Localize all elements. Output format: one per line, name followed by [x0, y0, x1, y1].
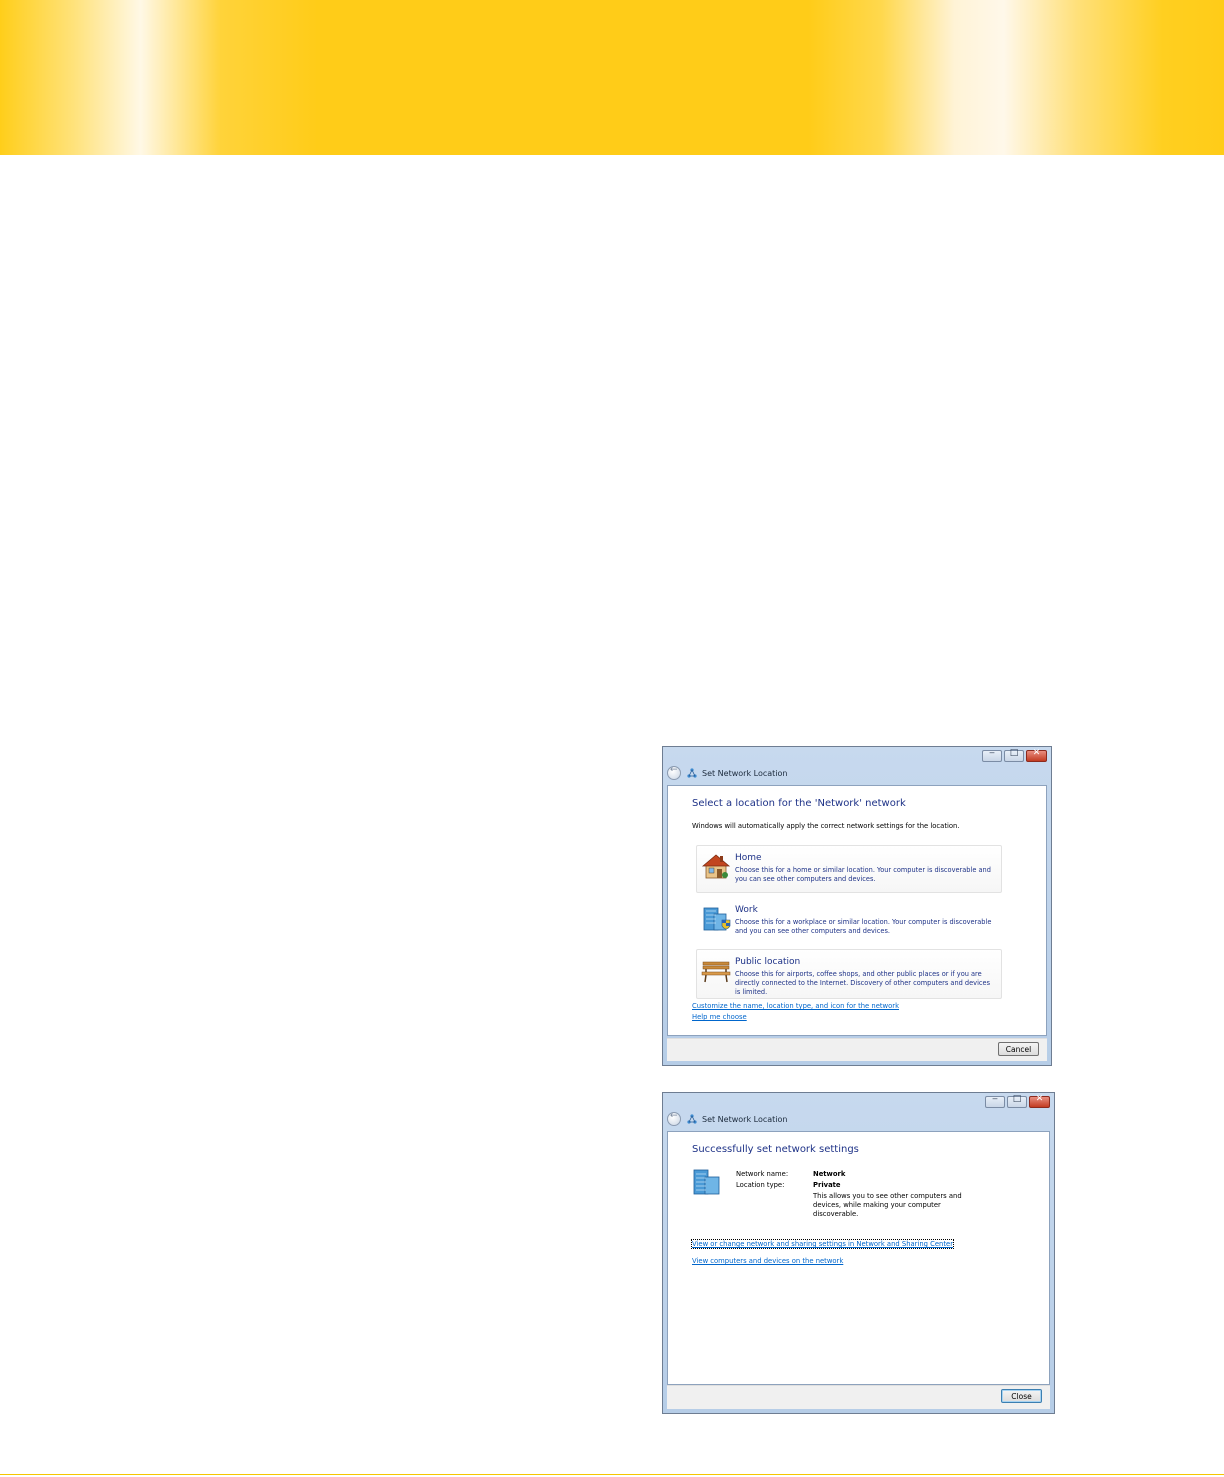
- close-icon: ✕: [1032, 748, 1041, 758]
- option-work-description: Choose this for a workplace or similar l…: [735, 918, 992, 935]
- option-public-title: Public location: [735, 957, 801, 967]
- close-button[interactable]: Close: [1001, 1389, 1042, 1403]
- close-icon: ✕: [1035, 1094, 1044, 1104]
- option-public-location[interactable]: Public location Choose this for airports…: [696, 949, 1002, 999]
- back-button[interactable]: [667, 765, 681, 780]
- help-me-choose-link[interactable]: Help me choose: [692, 1013, 747, 1021]
- bottom-rule: [0, 1474, 1224, 1475]
- maximize-icon: □: [1012, 1094, 1022, 1104]
- maximize-button[interactable]: □: [1004, 748, 1024, 762]
- option-work-title: Work: [735, 905, 758, 915]
- customize-network-link[interactable]: Customize the name, location type, and i…: [692, 1002, 899, 1010]
- caption-buttons: ‒ □ ✕: [985, 1094, 1050, 1108]
- option-home-title: Home: [735, 853, 762, 863]
- network-sharing-center-link[interactable]: View or change network and sharing setti…: [690, 1239, 955, 1249]
- network-name-label: Network name:: [736, 1170, 789, 1178]
- minimize-icon: ‒: [989, 748, 995, 758]
- yellow-banner: [0, 0, 1224, 155]
- dialog-heading: Select a location for the 'Network' netw…: [692, 798, 906, 809]
- set-network-location-window-success: ‒ □ ✕ Set Network Location Successfully …: [662, 1092, 1055, 1414]
- maximize-icon: □: [1009, 748, 1019, 758]
- park-bench-icon: [701, 961, 731, 983]
- window-title: Set Network Location: [702, 1114, 788, 1124]
- close-window-button[interactable]: ✕: [1026, 748, 1047, 762]
- location-type-label: Location type:: [736, 1181, 785, 1189]
- office-building-icon: [703, 907, 731, 931]
- house-icon: [701, 854, 731, 879]
- location-type-value: Private: [813, 1181, 841, 1189]
- close-window-button[interactable]: ✕: [1029, 1094, 1050, 1108]
- option-home[interactable]: Home Choose this for a home or similar l…: [696, 845, 1002, 893]
- set-network-location-window-select: ‒ □ ✕ Set Network Location Select a loca…: [662, 746, 1052, 1066]
- view-computers-link[interactable]: View computers and devices on the networ…: [692, 1257, 843, 1265]
- network-name-value: Network: [813, 1170, 846, 1178]
- dialog-footer: Cancel: [667, 1038, 1047, 1061]
- success-heading: Successfully set network settings: [692, 1144, 859, 1155]
- network-icon: [687, 1114, 697, 1124]
- maximize-button[interactable]: □: [1007, 1094, 1027, 1108]
- minimize-button[interactable]: ‒: [985, 1094, 1005, 1108]
- option-work[interactable]: Work Choose this for a workplace or simi…: [696, 897, 1002, 945]
- caption-buttons: ‒ □ ✕: [982, 748, 1047, 762]
- minimize-button[interactable]: ‒: [982, 748, 1002, 762]
- dialog-intro: Windows will automatically apply the cor…: [692, 822, 960, 830]
- option-home-description: Choose this for a home or similar locati…: [735, 866, 991, 883]
- option-public-description: Choose this for airports, coffee shops, …: [735, 970, 991, 996]
- office-building-icon: [693, 1169, 720, 1195]
- back-button[interactable]: [667, 1111, 681, 1126]
- title-bar: Set Network Location: [667, 1111, 787, 1127]
- dialog-footer: Close: [667, 1385, 1050, 1409]
- window-title: Set Network Location: [702, 768, 788, 778]
- network-icon: [687, 768, 697, 778]
- location-type-description: This allows you to see other computers a…: [813, 1192, 962, 1219]
- minimize-icon: ‒: [992, 1094, 998, 1104]
- title-bar: Set Network Location: [667, 765, 787, 781]
- dialog-content: Select a location for the 'Network' netw…: [667, 785, 1047, 1036]
- dialog-content: Successfully set network settings Networ…: [667, 1131, 1050, 1385]
- cancel-button[interactable]: Cancel: [998, 1042, 1039, 1056]
